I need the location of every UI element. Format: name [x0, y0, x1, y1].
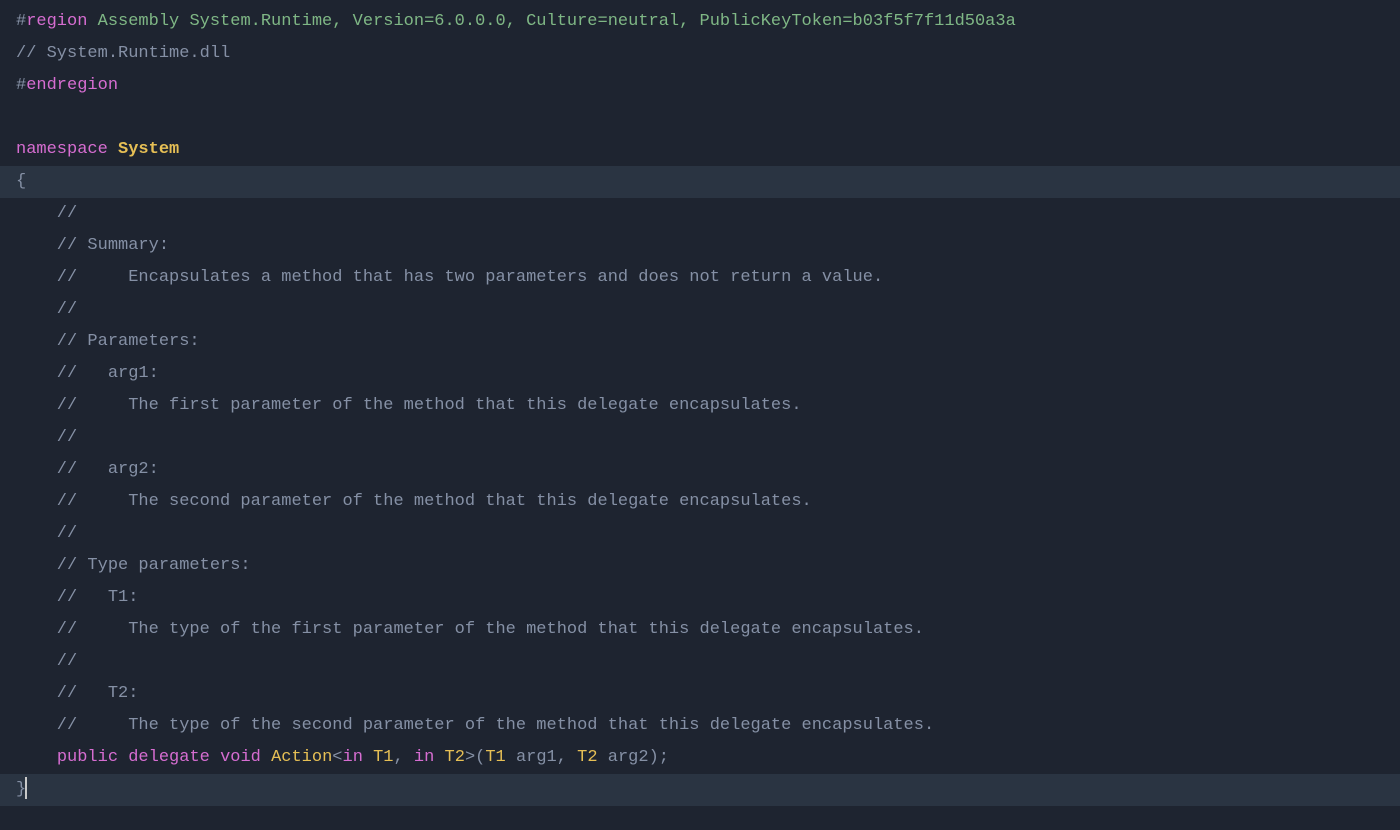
comma: ,: [557, 748, 577, 767]
rparen: ): [649, 748, 659, 767]
lt: <: [332, 748, 342, 767]
param-type-t2: T2: [577, 748, 597, 767]
type-param-t2: T2: [445, 748, 465, 767]
namespace-name: System: [118, 140, 179, 159]
code-line-comment: //: [16, 294, 1400, 326]
endregion-directive: endregion: [26, 76, 118, 95]
code-line-delegate: public delegate void Action<in T1, in T2…: [16, 742, 1400, 774]
code-line-comment: // arg1:: [16, 358, 1400, 390]
gt: >: [465, 748, 475, 767]
space: [434, 748, 444, 767]
public-keyword: public: [57, 748, 118, 767]
space: [261, 748, 271, 767]
in-keyword: in: [343, 748, 363, 767]
void-keyword: void: [220, 748, 261, 767]
code-editor[interactable]: #region Assembly System.Runtime, Version…: [16, 6, 1400, 806]
param-arg1: arg1: [516, 748, 557, 767]
code-line-comment: // Parameters:: [16, 326, 1400, 358]
code-line-open-brace: {: [0, 166, 1400, 198]
type-param-t1: T1: [373, 748, 393, 767]
code-line-comment: // Encapsulates a method that has two pa…: [16, 262, 1400, 294]
code-line-comment: //: [16, 422, 1400, 454]
in-keyword: in: [414, 748, 434, 767]
code-line-comment: // The first parameter of the method tha…: [16, 390, 1400, 422]
code-line-comment: //: [16, 198, 1400, 230]
code-line-comment: // The type of the second parameter of t…: [16, 710, 1400, 742]
space: [210, 748, 220, 767]
code-line-comment: // T1:: [16, 582, 1400, 614]
code-line-comment: // Type parameters:: [16, 550, 1400, 582]
hash: #: [16, 12, 26, 31]
code-line-comment: // The second parameter of the method th…: [16, 486, 1400, 518]
region-text: Assembly System.Runtime, Version=6.0.0.0…: [98, 12, 1016, 31]
code-line-comment: //: [16, 518, 1400, 550]
namespace-keyword: namespace: [16, 140, 108, 159]
code-line-endregion: #endregion: [16, 70, 1400, 102]
code-line-comment: // System.Runtime.dll: [16, 38, 1400, 70]
param-type-t1: T1: [485, 748, 505, 767]
code-line-namespace: namespace System: [16, 134, 1400, 166]
code-line-close-brace: }: [0, 774, 1400, 806]
text-cursor: [25, 777, 27, 799]
semicolon: ;: [659, 748, 669, 767]
region-directive: region: [26, 12, 87, 31]
code-line-comment: // T2:: [16, 678, 1400, 710]
type-action: Action: [271, 748, 332, 767]
space: [598, 748, 608, 767]
code-line-comment: //: [16, 646, 1400, 678]
lparen: (: [475, 748, 485, 767]
param-arg2: arg2: [608, 748, 649, 767]
code-line-comment: // Summary:: [16, 230, 1400, 262]
code-line-blank: [16, 102, 1400, 134]
space: [108, 140, 118, 159]
indent: [16, 748, 57, 767]
code-line-comment: // The type of the first parameter of th…: [16, 614, 1400, 646]
open-brace: {: [16, 172, 26, 191]
space: [87, 12, 97, 31]
space: [118, 748, 128, 767]
code-line-comment: // arg2:: [16, 454, 1400, 486]
space: [506, 748, 516, 767]
delegate-keyword: delegate: [128, 748, 210, 767]
space: [363, 748, 373, 767]
code-line-region: #region Assembly System.Runtime, Version…: [16, 6, 1400, 38]
hash: #: [16, 76, 26, 95]
comma: ,: [394, 748, 414, 767]
